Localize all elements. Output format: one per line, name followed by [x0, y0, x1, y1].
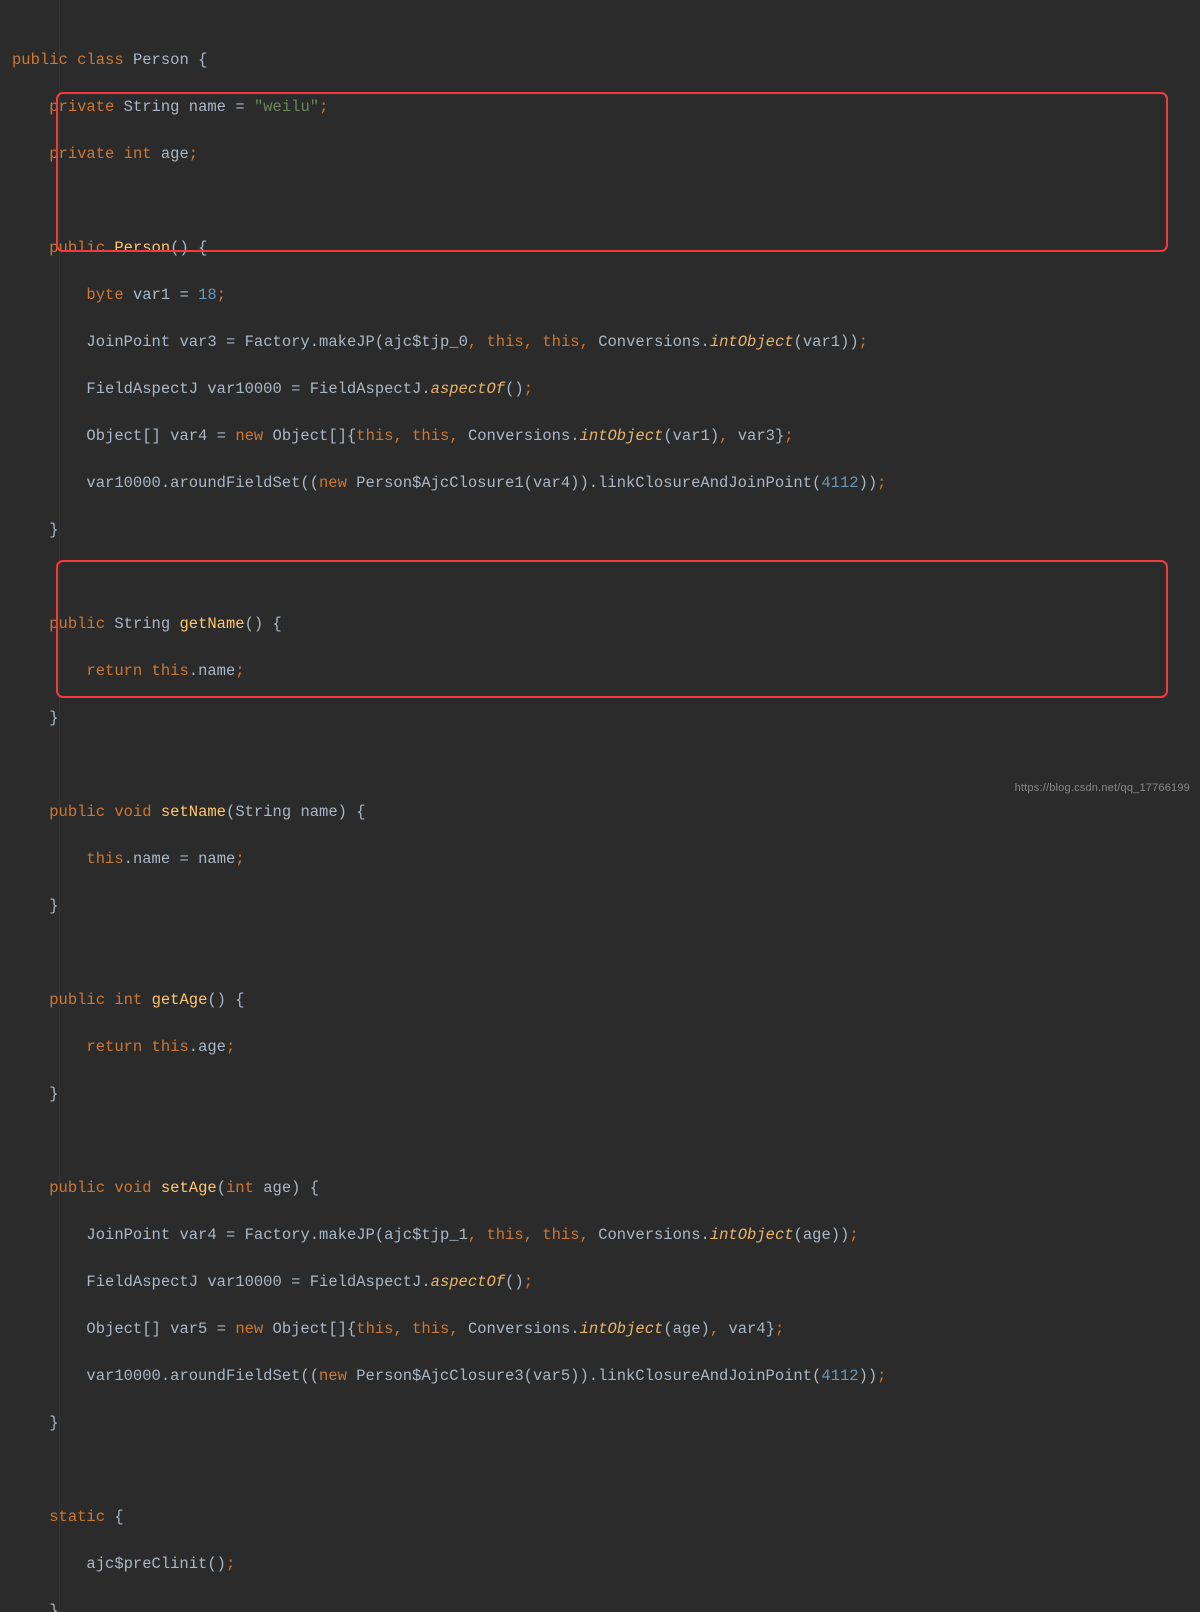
code-line: public Person() {: [12, 237, 1200, 261]
code-line: public String getName() {: [12, 613, 1200, 637]
code-line: ajc$preClinit();: [12, 1553, 1200, 1577]
code-line: public class Person {: [12, 49, 1200, 73]
code-line: [12, 1130, 1200, 1154]
code-line: [12, 190, 1200, 214]
code-editor[interactable]: public class Person { private String nam…: [0, 0, 1200, 1612]
code-line: Object[] var5 = new Object[]{this, this,…: [12, 1318, 1200, 1342]
code-line: private String name = "weilu";: [12, 96, 1200, 120]
code-line: }: [12, 707, 1200, 731]
code-line: }: [12, 895, 1200, 919]
code-line: }: [12, 519, 1200, 543]
code-line: [12, 566, 1200, 590]
code-line: return this.age;: [12, 1036, 1200, 1060]
code-line: public void setName(String name) {: [12, 801, 1200, 825]
code-line: }: [12, 1412, 1200, 1436]
code-line: static {: [12, 1506, 1200, 1530]
code-line: JoinPoint var4 = Factory.makeJP(ajc$tjp_…: [12, 1224, 1200, 1248]
code-line: this.name = name;: [12, 848, 1200, 872]
code-line: return this.name;: [12, 660, 1200, 684]
code-line: FieldAspectJ var10000 = FieldAspectJ.asp…: [12, 1271, 1200, 1295]
code-line: [12, 754, 1200, 778]
code-line: Object[] var4 = new Object[]{this, this,…: [12, 425, 1200, 449]
code-line: }: [12, 1600, 1200, 1612]
code-line: var10000.aroundFieldSet((new Person$AjcC…: [12, 1365, 1200, 1389]
code-line: [12, 942, 1200, 966]
code-line: byte var1 = 18;: [12, 284, 1200, 308]
code-line: [12, 1459, 1200, 1483]
code-line: public int getAge() {: [12, 989, 1200, 1013]
watermark-text: https://blog.csdn.net/qq_17766199: [1015, 777, 1190, 801]
code-line: public void setAge(int age) {: [12, 1177, 1200, 1201]
code-line: private int age;: [12, 143, 1200, 167]
code-line: }: [12, 1083, 1200, 1107]
code-line: var10000.aroundFieldSet((new Person$AjcC…: [12, 472, 1200, 496]
code-line: JoinPoint var3 = Factory.makeJP(ajc$tjp_…: [12, 331, 1200, 355]
code-line: FieldAspectJ var10000 = FieldAspectJ.asp…: [12, 378, 1200, 402]
